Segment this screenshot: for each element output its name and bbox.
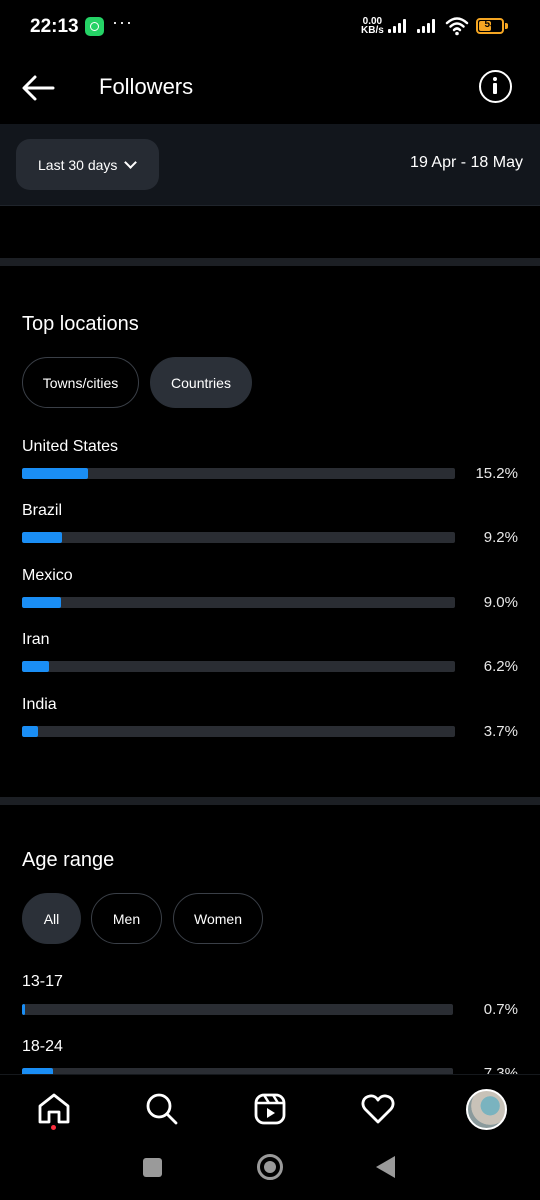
age-percentage: 0.7%	[483, 1001, 518, 1018]
location-percentage: 9.2%	[483, 529, 518, 546]
more-notifications-icon: ···	[112, 12, 133, 32]
bar-track	[22, 661, 455, 672]
recent-apps-icon[interactable]	[143, 1158, 162, 1177]
wifi-icon	[445, 17, 469, 36]
tab-label: Towns/cities	[42, 374, 119, 391]
bar-track	[22, 468, 455, 479]
reels-icon[interactable]	[252, 1091, 288, 1127]
bottom-nav	[0, 1074, 540, 1142]
home-button-icon[interactable]	[257, 1154, 283, 1180]
section-divider	[0, 797, 540, 805]
date-range-dropdown-label: Last 30 days	[38, 156, 118, 173]
tab-label: Countries	[171, 374, 231, 391]
date-range-text: 19 Apr - 18 May	[410, 154, 523, 171]
network-speed-unit: KB/s	[361, 25, 384, 36]
battery-icon: 53	[476, 18, 504, 34]
location-percentage: 3.7%	[483, 723, 518, 740]
info-icon[interactable]	[479, 70, 512, 103]
header: Followers	[0, 54, 540, 124]
tab-label: Women	[194, 910, 242, 927]
arrow-left-icon[interactable]	[20, 72, 56, 104]
filter-bar: Last 30 days 19 Apr - 18 May	[0, 124, 540, 206]
bar-track	[22, 597, 455, 608]
tab-label: All	[43, 910, 60, 927]
chevron-down-icon	[124, 155, 138, 169]
battery-level: 53	[484, 19, 496, 30]
battery-tip	[505, 23, 508, 29]
location-label: United States	[22, 438, 119, 455]
search-icon[interactable]	[144, 1091, 180, 1127]
status-bar: 22:13 ··· 0.00 KB/s 53	[0, 0, 540, 54]
tab-label: Men	[112, 910, 141, 927]
bar-fill	[22, 1004, 26, 1015]
signal-icon	[388, 19, 410, 33]
location-label: Iran	[22, 631, 50, 648]
age-range-title: Age range	[22, 849, 115, 871]
bar-fill	[22, 726, 39, 737]
location-percentage: 6.2%	[483, 658, 518, 675]
signal-icon	[417, 19, 439, 33]
bar-track	[22, 1004, 453, 1015]
back-triangle-icon[interactable]	[376, 1156, 395, 1178]
top-locations-title: Top locations	[22, 313, 139, 335]
age-label: 18-24	[22, 1038, 63, 1055]
network-speed: 0.00 KB/s	[361, 17, 384, 36]
whatsapp-icon	[85, 17, 104, 36]
notification-dot	[51, 1125, 56, 1130]
location-label: Brazil	[22, 502, 63, 519]
tab-countries[interactable]: Countries	[150, 357, 252, 408]
tab-all[interactable]: All	[22, 893, 81, 944]
tab-women[interactable]: Women	[173, 893, 263, 944]
bar-fill	[22, 661, 49, 672]
bar-fill	[22, 597, 61, 608]
home-icon[interactable]	[36, 1091, 72, 1127]
bar-fill	[22, 468, 88, 479]
age-label: 13-17	[22, 973, 63, 990]
bar-track	[22, 532, 455, 543]
location-label: Mexico	[22, 567, 73, 584]
section-divider	[0, 258, 540, 266]
heart-icon[interactable]	[360, 1091, 396, 1127]
profile-avatar[interactable]	[466, 1089, 507, 1130]
tab-men[interactable]: Men	[91, 893, 162, 944]
page-title: Followers	[99, 74, 194, 99]
bar-track	[22, 726, 455, 737]
location-label: India	[22, 696, 57, 713]
date-range-dropdown[interactable]: Last 30 days	[16, 139, 159, 190]
system-nav-bar	[0, 1142, 540, 1200]
tab-towns-cities[interactable]: Towns/cities	[22, 357, 139, 408]
bar-fill	[22, 532, 62, 543]
status-time: 22:13	[30, 16, 79, 37]
location-percentage: 15.2%	[475, 465, 518, 482]
location-percentage: 9.0%	[483, 594, 518, 611]
